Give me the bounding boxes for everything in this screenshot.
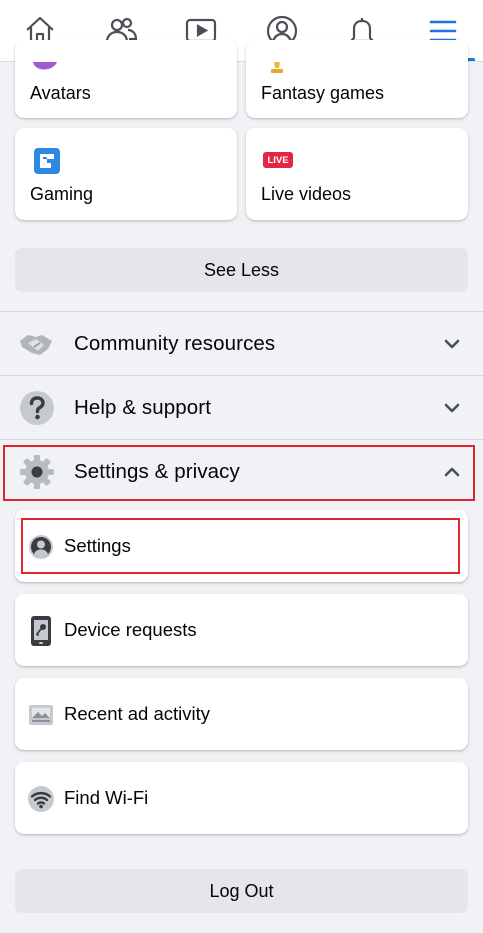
help-support-label: Help & support	[74, 396, 212, 419]
gaming-icon	[34, 148, 60, 174]
live-badge: LIVE	[263, 152, 293, 168]
handshake-icon	[17, 324, 57, 364]
device-requests-label: Device requests	[64, 619, 197, 640]
fantasy-games-label: Fantasy games	[261, 83, 385, 103]
wifi-icon	[27, 785, 55, 813]
log-out-button[interactable]: Log Out	[15, 869, 468, 913]
avatars-icon	[33, 62, 57, 70]
find-wifi-item[interactable]: Find Wi-Fi	[15, 762, 468, 834]
phone-key-icon	[27, 615, 55, 647]
chevron-down-icon	[444, 403, 460, 413]
divider	[0, 311, 483, 312]
trophy-icon	[271, 62, 283, 73]
settings-item[interactable]: Settings	[15, 510, 468, 582]
see-less-button[interactable]: See Less	[15, 248, 468, 292]
see-less-label: See Less	[203, 259, 280, 280]
account-icon	[27, 533, 55, 561]
divider	[0, 439, 483, 440]
settings-privacy-row[interactable]: Settings & privacy	[0, 441, 483, 503]
device-requests-item[interactable]: Device requests	[15, 594, 468, 666]
community-resources-row[interactable]: Community resources	[0, 313, 483, 375]
recent-ad-activity-item[interactable]: Recent ad activity	[15, 678, 468, 750]
chevron-down-icon	[444, 339, 460, 349]
avatars-label: Avatars	[30, 83, 91, 103]
avatars-card[interactable]: Avatars	[15, 40, 237, 118]
live-videos-label: Live videos	[261, 184, 352, 204]
log-out-label: Log Out	[209, 880, 274, 901]
ad-activity-icon	[27, 701, 55, 729]
live-videos-card[interactable]: LIVE Live videos	[246, 128, 468, 220]
community-resources-label: Community resources	[74, 332, 276, 355]
gaming-card[interactable]: Gaming	[15, 128, 237, 220]
question-mark-icon	[17, 388, 57, 428]
settings-label: Settings	[64, 535, 131, 556]
chevron-up-icon	[444, 467, 460, 477]
recent-ad-activity-label: Recent ad activity	[64, 703, 211, 724]
help-support-row[interactable]: Help & support	[0, 377, 483, 439]
gear-icon	[17, 452, 57, 492]
settings-privacy-label: Settings & privacy	[74, 460, 240, 483]
find-wifi-label: Find Wi-Fi	[64, 787, 149, 808]
live-badge-text: LIVE	[267, 154, 289, 166]
divider	[0, 375, 483, 376]
fantasy-games-card[interactable]: Fantasy games	[246, 40, 468, 118]
gaming-label: Gaming	[30, 184, 94, 204]
